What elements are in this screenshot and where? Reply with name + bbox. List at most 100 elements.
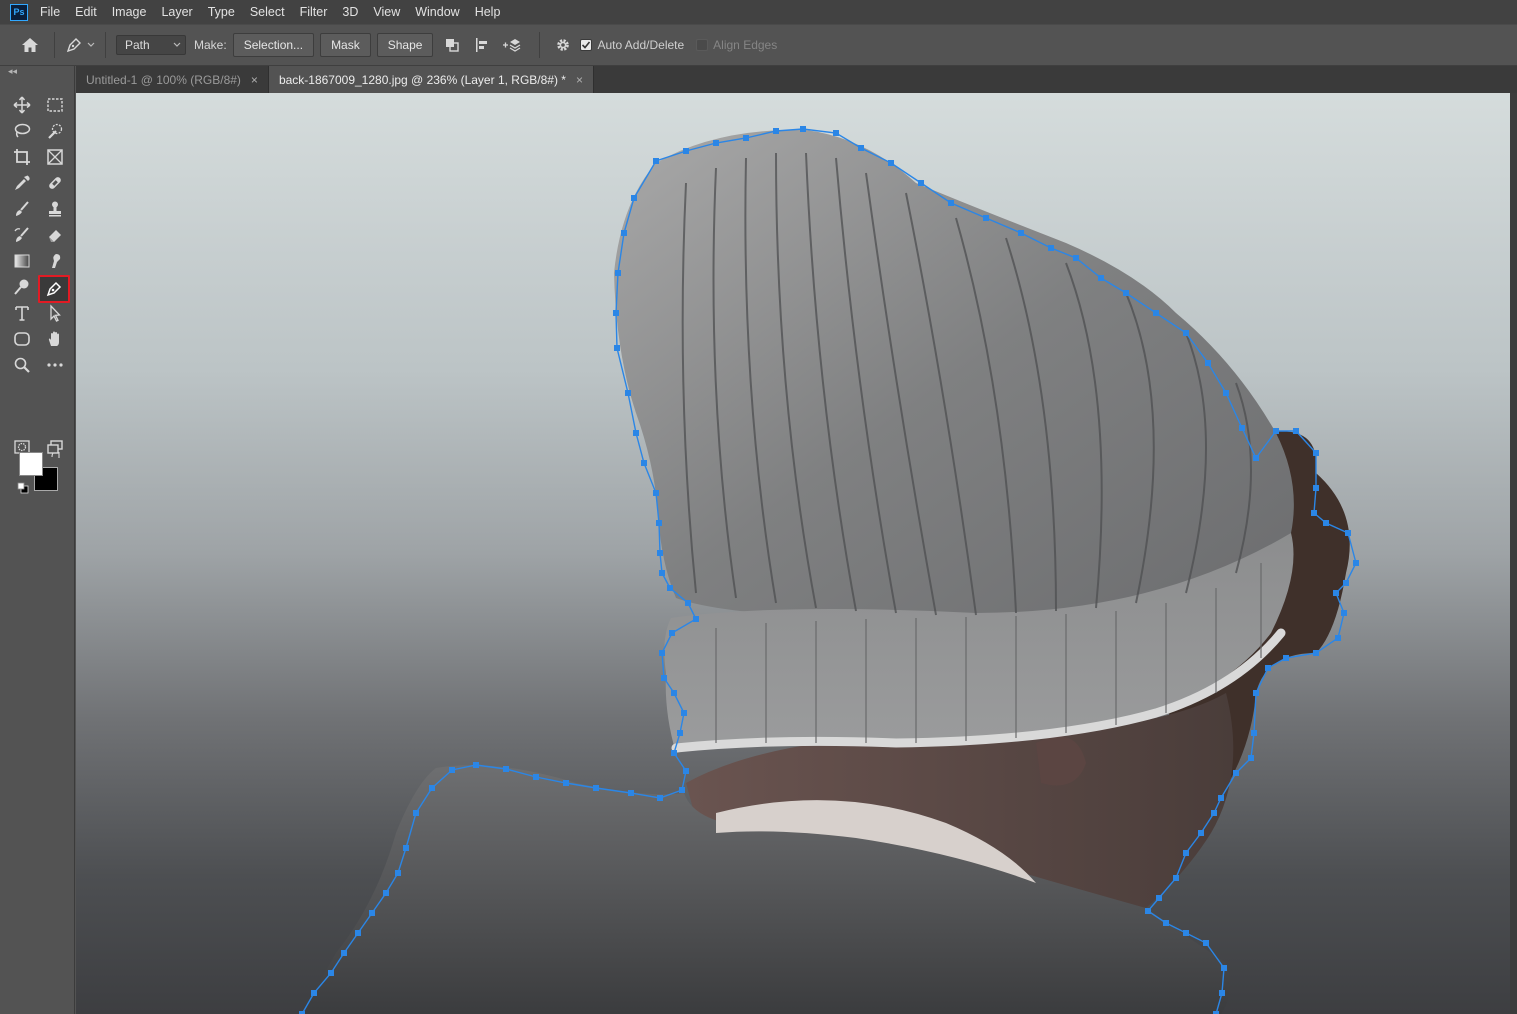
menu-select[interactable]: Select xyxy=(250,5,285,19)
close-icon[interactable]: × xyxy=(251,73,258,87)
make-shape-button[interactable]: Shape xyxy=(376,33,434,57)
anchor-point[interactable] xyxy=(833,130,839,136)
anchor-point[interactable] xyxy=(1313,485,1319,491)
anchor-point[interactable] xyxy=(1311,510,1317,516)
frame-tool[interactable] xyxy=(41,145,69,169)
anchor-point[interactable] xyxy=(383,890,389,896)
type-tool[interactable] xyxy=(8,301,36,325)
anchor-point[interactable] xyxy=(948,200,954,206)
anchor-point[interactable] xyxy=(473,762,479,768)
smudge-tool[interactable] xyxy=(41,249,69,273)
move-tool[interactable] xyxy=(8,93,36,117)
anchor-point[interactable] xyxy=(1333,590,1339,596)
marquee-tool[interactable] xyxy=(41,93,69,117)
anchor-point[interactable] xyxy=(671,750,677,756)
anchor-point[interactable] xyxy=(1345,530,1351,536)
anchor-point[interactable] xyxy=(743,135,749,141)
anchor-point[interactable] xyxy=(621,230,627,236)
anchor-point[interactable] xyxy=(659,650,665,656)
dodge-tool[interactable] xyxy=(8,275,36,299)
anchor-point[interactable] xyxy=(1221,965,1227,971)
anchor-point[interactable] xyxy=(1198,830,1204,836)
anchor-point[interactable] xyxy=(1313,450,1319,456)
anchor-point[interactable] xyxy=(413,810,419,816)
anchor-point[interactable] xyxy=(683,768,689,774)
menu-view[interactable]: View xyxy=(373,5,400,19)
make-selection-button[interactable]: Selection... xyxy=(232,33,315,57)
anchor-point[interactable] xyxy=(625,390,631,396)
auto-add-delete-checkbox[interactable] xyxy=(580,39,593,51)
anchor-point[interactable] xyxy=(593,785,599,791)
path-selection-tool[interactable] xyxy=(41,301,69,325)
anchor-point[interactable] xyxy=(773,128,779,134)
path-alignment-button[interactable] xyxy=(469,32,495,58)
menu-edit[interactable]: Edit xyxy=(75,5,97,19)
menu-filter[interactable]: Filter xyxy=(300,5,328,19)
clone-stamp-tool[interactable] xyxy=(41,197,69,221)
anchor-point[interactable] xyxy=(661,675,667,681)
anchor-point[interactable] xyxy=(1273,428,1279,434)
anchor-point[interactable] xyxy=(685,600,691,606)
anchor-point[interactable] xyxy=(1098,275,1104,281)
default-colors-icon[interactable] xyxy=(17,482,29,497)
menu-image[interactable]: Image xyxy=(112,5,147,19)
anchor-point[interactable] xyxy=(1219,990,1225,996)
anchor-point[interactable] xyxy=(328,970,334,976)
anchor-point[interactable] xyxy=(613,310,619,316)
anchor-point[interactable] xyxy=(503,766,509,772)
gradient-tool[interactable] xyxy=(8,249,36,273)
tool-preset-picker[interactable] xyxy=(65,36,95,54)
collapse-panel-icon[interactable]: ◂◂ xyxy=(0,66,74,76)
lasso-tool[interactable] xyxy=(8,119,36,143)
close-icon[interactable]: × xyxy=(576,73,583,87)
path-operations-button[interactable] xyxy=(439,32,465,58)
anchor-point[interactable] xyxy=(1205,360,1211,366)
path-arrangement-button[interactable] xyxy=(499,32,525,58)
home-button[interactable] xyxy=(16,31,44,59)
anchor-point[interactable] xyxy=(449,767,455,773)
anchor-point[interactable] xyxy=(1218,795,1224,801)
healing-brush-tool[interactable] xyxy=(41,171,69,195)
anchor-point[interactable] xyxy=(669,630,675,636)
anchor-point[interactable] xyxy=(1293,428,1299,434)
anchor-point[interactable] xyxy=(1335,635,1341,641)
anchor-point[interactable] xyxy=(800,126,806,132)
anchor-point[interactable] xyxy=(641,460,647,466)
anchor-point[interactable] xyxy=(1253,690,1259,696)
anchor-point[interactable] xyxy=(403,845,409,851)
anchor-point[interactable] xyxy=(533,774,539,780)
anchor-point[interactable] xyxy=(355,930,361,936)
anchor-point[interactable] xyxy=(683,148,689,154)
anchor-point[interactable] xyxy=(1239,425,1245,431)
tool-mode-select[interactable]: Path xyxy=(116,35,186,55)
anchor-point[interactable] xyxy=(429,785,435,791)
anchor-point[interactable] xyxy=(1203,940,1209,946)
screen-mode-button[interactable] xyxy=(41,435,69,459)
anchor-point[interactable] xyxy=(1223,390,1229,396)
anchor-point[interactable] xyxy=(657,795,663,801)
foreground-color-swatch[interactable] xyxy=(19,452,43,476)
anchor-point[interactable] xyxy=(1248,755,1254,761)
anchor-point[interactable] xyxy=(1343,580,1349,586)
make-mask-button[interactable]: Mask xyxy=(320,33,371,57)
crop-tool[interactable] xyxy=(8,145,36,169)
shape-tool[interactable] xyxy=(8,327,36,351)
anchor-point[interactable] xyxy=(1156,895,1162,901)
quick-selection-tool[interactable] xyxy=(41,119,69,143)
anchor-point[interactable] xyxy=(1145,908,1151,914)
anchor-point[interactable] xyxy=(677,730,683,736)
anchor-point[interactable] xyxy=(1283,655,1289,661)
menu-window[interactable]: Window xyxy=(415,5,459,19)
anchor-point[interactable] xyxy=(983,215,989,221)
settings-button[interactable] xyxy=(550,32,576,58)
anchor-point[interactable] xyxy=(858,145,864,151)
anchor-point[interactable] xyxy=(1153,310,1159,316)
anchor-point[interactable] xyxy=(614,345,620,351)
anchor-point[interactable] xyxy=(1265,665,1271,671)
menu-layer[interactable]: Layer xyxy=(161,5,192,19)
anchor-point[interactable] xyxy=(656,520,662,526)
menu-type[interactable]: Type xyxy=(208,5,235,19)
anchor-point[interactable] xyxy=(1183,930,1189,936)
anchor-point[interactable] xyxy=(1073,255,1079,261)
anchor-point[interactable] xyxy=(1251,730,1257,736)
